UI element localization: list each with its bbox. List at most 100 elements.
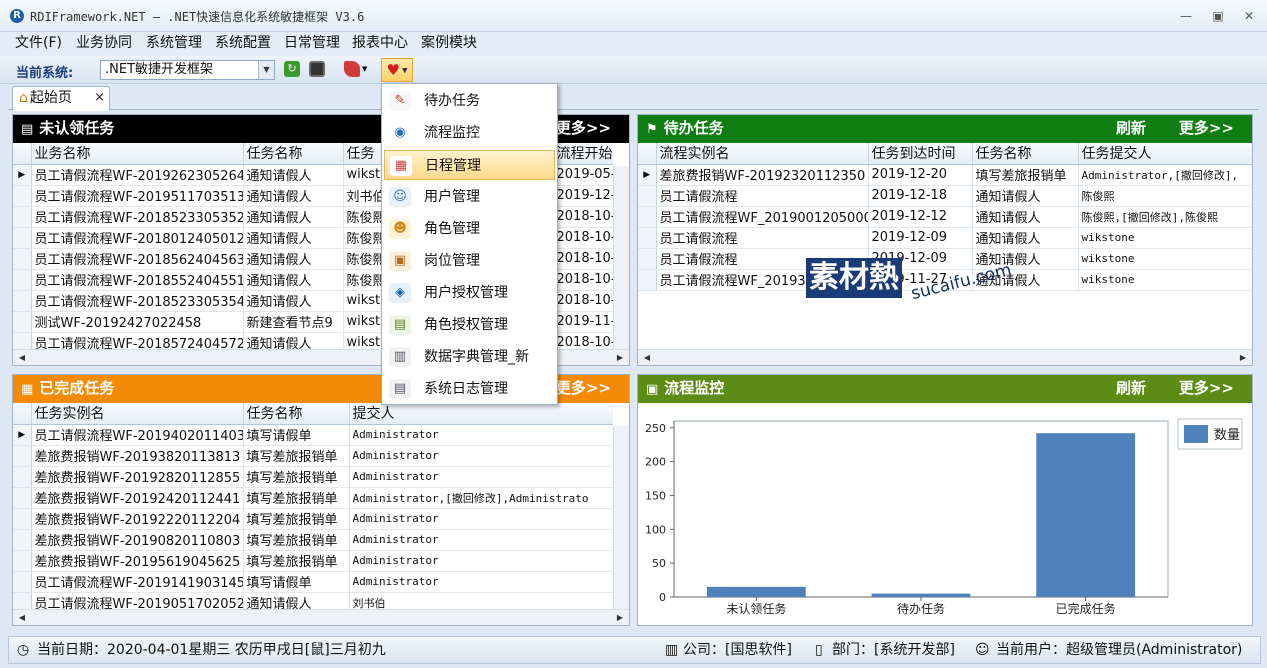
table-row[interactable]: 差旅费报销WF-20192820112855 填写差旅报销单 Administrat…: [13, 466, 613, 488]
chevron-down-icon[interactable]: ▼: [362, 65, 367, 73]
menu-item[interactable]: ▤ 角色授权管理: [384, 310, 555, 340]
column-header[interactable]: 任务实例名: [31, 403, 244, 425]
table-row[interactable]: 员工请假流程WF-20190517020526 通知请假人 刘书伯: [13, 592, 613, 609]
row-selector[interactable]: [13, 206, 32, 228]
table-row[interactable]: 差旅费报销WF-20195619045625 填写差旅报销单 Administrat…: [13, 550, 613, 572]
table-row[interactable]: ▶ 员工请假流程WF-20194020114033 填写请假单 Administrat…: [13, 424, 613, 446]
more-link[interactable]: 更多>>: [556, 115, 611, 142]
row-selector[interactable]: [13, 227, 32, 249]
table-row[interactable]: 差旅费报销WF-20192220112204 填写差旅报销单 Administrat…: [13, 508, 613, 530]
row-selector[interactable]: [13, 248, 32, 270]
row-selector-arrow-icon[interactable]: ▶: [13, 424, 32, 446]
row-selector[interactable]: [638, 227, 657, 249]
minimize-icon[interactable]: —: [1172, 6, 1200, 26]
chart-bar: [706, 586, 806, 597]
menu-report-center[interactable]: 报表中心: [347, 32, 413, 56]
row-selector[interactable]: [13, 445, 32, 467]
scroll-right-icon[interactable]: ▶: [613, 351, 627, 365]
chevron-down-icon[interactable]: ▼: [258, 61, 274, 79]
refresh-link[interactable]: 刷新: [1116, 375, 1146, 402]
menu-file[interactable]: 文件(F): [10, 32, 67, 56]
more-link[interactable]: 更多>>: [1179, 115, 1234, 142]
menu-item[interactable]: ☺ 用户管理: [384, 182, 555, 212]
menu-case-module[interactable]: 案例模块: [416, 32, 482, 56]
horizontal-scrollbar[interactable]: ◀ ▶: [13, 609, 629, 625]
row-selector-arrow-icon[interactable]: ▶: [638, 164, 657, 186]
menu-item[interactable]: ◈ 用户授权管理: [384, 278, 555, 308]
row-selector[interactable]: [13, 311, 32, 333]
scroll-left-icon[interactable]: ◀: [15, 351, 29, 365]
scroll-right-icon[interactable]: ▶: [1236, 351, 1250, 365]
column-header[interactable]: 任务名称: [243, 143, 344, 165]
menu-item[interactable]: ✎ 待办任务: [384, 86, 555, 116]
horizontal-scrollbar[interactable]: ◀ ▶: [638, 349, 1252, 365]
system-select[interactable]: .NET敏捷开发框架 ▼: [100, 60, 275, 80]
table-row[interactable]: ▶ 差旅费报销WF-20192320112350 2019-12-20 填写差旅报销单…: [638, 164, 1252, 186]
column-header[interactable]: 流程开始时间: [553, 143, 613, 165]
scroll-right-icon[interactable]: ▶: [613, 611, 627, 625]
row-selector[interactable]: [13, 185, 32, 207]
menu-item[interactable]: ▥ 数据字典管理_新: [384, 342, 555, 372]
column-header[interactable]: 流程实例名: [656, 143, 869, 165]
column-header[interactable]: 任务名称: [972, 143, 1079, 165]
table-row[interactable]: 员工请假流程WF-20191419031459 填写请假单 Administrato…: [13, 571, 613, 593]
table-row[interactable]: 员工请假流程 2019-12-09 通知请假人 wikstone: [638, 227, 1252, 249]
table-row[interactable]: 差旅费报销WF-20192420112441 填写差旅报销单 Administrat…: [13, 487, 613, 509]
menu-item[interactable]: ▣ 岗位管理: [384, 246, 555, 276]
maximize-icon[interactable]: ▣: [1204, 6, 1232, 26]
menu-system-management[interactable]: 系统管理: [141, 32, 207, 56]
row-selector[interactable]: [13, 332, 32, 349]
status-company: 公司：[国思软件]: [683, 642, 792, 658]
table-row[interactable]: 员工请假流程 2019-12-18 通知请假人 陈俊熙: [638, 185, 1252, 207]
row-selector[interactable]: [13, 550, 32, 572]
menu-collaboration[interactable]: 业务协同: [71, 32, 137, 56]
tab-start-page[interactable]: ⌂ 起始页 ×: [12, 86, 110, 111]
more-link[interactable]: 更多>>: [1179, 375, 1234, 402]
row-selector[interactable]: [638, 269, 657, 291]
window-title: RDIFramework.NET — .NET快速信息化系统敏捷框架 V3.6: [30, 10, 365, 24]
vertical-scrollbar[interactable]: [613, 166, 629, 349]
row-selector[interactable]: [13, 487, 32, 509]
column-header[interactable]: 业务名称: [31, 143, 244, 165]
menu-item[interactable]: ▦ 日程管理: [384, 150, 555, 180]
tab-close-icon[interactable]: ×: [94, 87, 105, 109]
row-selector-arrow-icon[interactable]: ▶: [13, 164, 32, 186]
row-selector[interactable]: [13, 571, 32, 593]
row-selector[interactable]: [638, 206, 657, 228]
row-selector[interactable]: [13, 529, 32, 551]
row-selector[interactable]: [13, 508, 32, 530]
theme-icon[interactable]: [344, 61, 360, 77]
scroll-left-icon[interactable]: ◀: [640, 351, 654, 365]
table-row[interactable]: 员工请假流程WF_20190012050003 2019-12-12 通知请假人 陈俊…: [638, 206, 1252, 228]
exit-icon[interactable]: [309, 61, 325, 77]
column-header[interactable]: 任务提交人: [1078, 143, 1252, 165]
table-cell: 通知请假人: [243, 269, 344, 291]
close-icon[interactable]: ✕: [1235, 6, 1263, 26]
dictionary-icon: ▥: [389, 347, 411, 367]
more-link[interactable]: 更多>>: [556, 375, 611, 402]
table-row[interactable]: 差旅费报销WF-20190820110803 填写差旅报销单 Administrat…: [13, 529, 613, 551]
row-selector[interactable]: [638, 185, 657, 207]
row-selector[interactable]: [13, 592, 32, 609]
menu-item[interactable]: ◉ 流程监控: [384, 118, 555, 148]
table-cell: Administrator,[撤回修改],Administrato: [349, 487, 613, 509]
menu-system-config[interactable]: 系统配置: [210, 32, 276, 56]
row-selector[interactable]: [13, 290, 32, 312]
row-selector[interactable]: [13, 466, 32, 488]
column-header[interactable]: 提交人: [349, 403, 613, 425]
row-selector[interactable]: [13, 269, 32, 291]
scroll-left-icon[interactable]: ◀: [15, 611, 29, 625]
table-cell: Administrator: [349, 508, 613, 530]
menu-item[interactable]: ▤ 系统日志管理: [384, 374, 555, 404]
vertical-scrollbar[interactable]: [613, 426, 629, 609]
menu-daily-management[interactable]: 日常管理: [279, 32, 345, 56]
table-row[interactable]: 差旅费报销WF-20193820113813 填写差旅报销单 Administrat…: [13, 445, 613, 467]
refresh-link[interactable]: 刷新: [1116, 115, 1146, 142]
favorites-button[interactable]: ♥ ▼: [381, 58, 413, 82]
column-header[interactable]: 任务名称: [243, 403, 350, 425]
menu-item[interactable]: ☻ 角色管理: [384, 214, 555, 244]
column-header[interactable]: 任务到达时间: [868, 143, 973, 165]
row-selector[interactable]: [638, 248, 657, 270]
menu-item-label: 流程监控: [424, 125, 480, 141]
refresh-icon[interactable]: ↻: [284, 61, 300, 77]
